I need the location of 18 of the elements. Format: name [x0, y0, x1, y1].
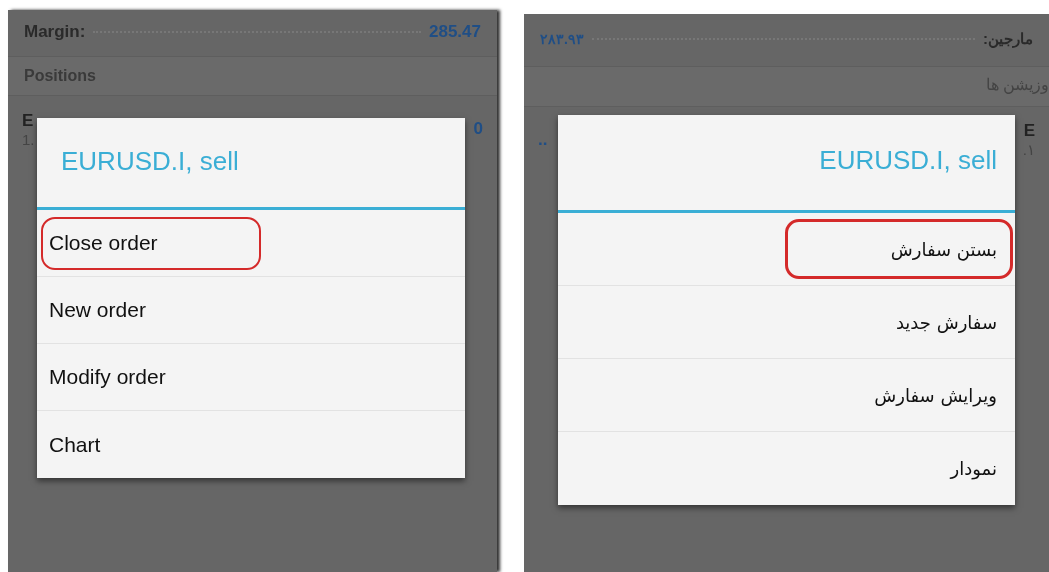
- position-value: 0: [473, 119, 483, 139]
- dialog-title: EURUSD.I, sell: [558, 115, 1015, 213]
- margin-value: ۲۸۳.۹۳: [540, 31, 584, 47]
- menu-item[interactable]: نمودار: [558, 432, 1015, 505]
- position-symbol: E: [22, 110, 35, 131]
- menu-item[interactable]: New order: [37, 277, 465, 344]
- dialog-title: EURUSD.I, sell: [37, 118, 465, 210]
- menu-item[interactable]: Modify order: [37, 344, 465, 411]
- menu-item[interactable]: Close order: [37, 210, 465, 277]
- margin-label: مارجین:: [983, 30, 1033, 48]
- position-symbol: E: [1022, 121, 1035, 141]
- position-value: ..: [538, 130, 548, 150]
- menu-item[interactable]: Chart: [37, 411, 465, 478]
- margin-label: Margin:: [24, 22, 86, 42]
- menu-item[interactable]: سفارش جدید: [558, 286, 1015, 359]
- margin-value: 285.47: [429, 22, 481, 42]
- menu-item[interactable]: ویرایش سفارش: [558, 359, 1015, 432]
- menu-item[interactable]: بستن سفارش: [558, 213, 1015, 286]
